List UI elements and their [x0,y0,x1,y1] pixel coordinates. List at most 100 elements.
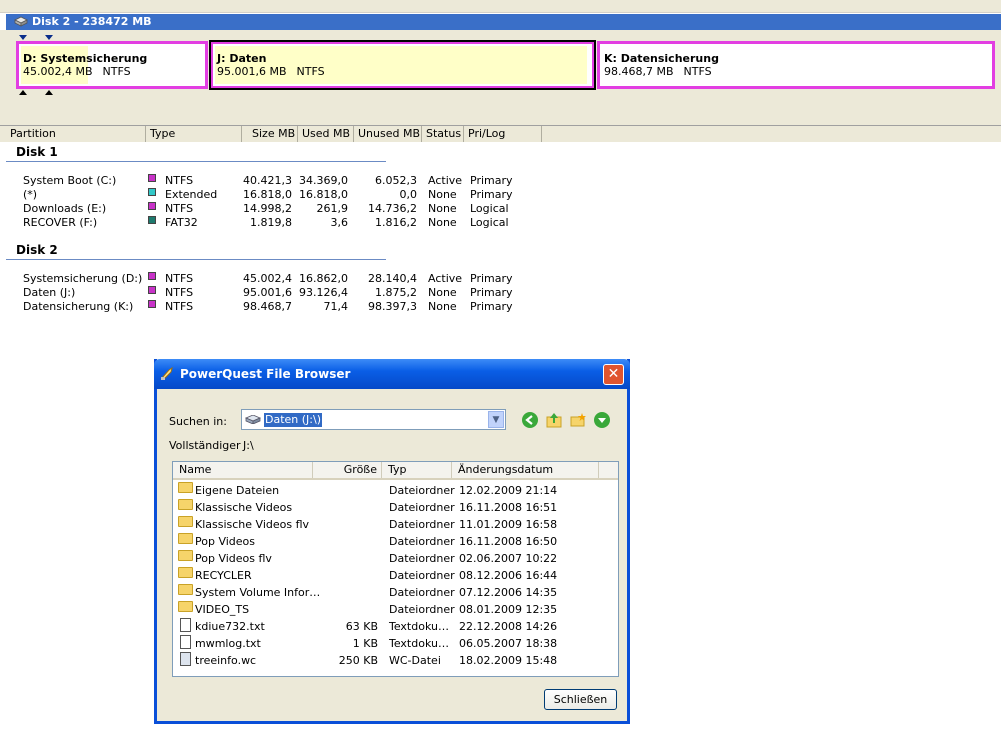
col-type[interactable]: Typ [382,462,452,478]
col-prilog[interactable]: Pri/Log [464,126,542,142]
partition-prilog: Primary [470,300,513,313]
partition-name: J: Daten [217,52,267,65]
file-row[interactable]: RECYCLER Dateiordner 08.12.2006 16:44 [173,567,618,584]
file-date: 06.05.2007 18:38 [459,637,558,650]
folder-icon [178,567,193,578]
partition-row[interactable]: Datensicherung (K:) NTFS 98.468,7 71,4 98.39… [0,300,600,314]
chevron-down-icon[interactable]: ▼ [488,411,504,428]
file-name: Klassische Videos flv [195,518,310,531]
file-row[interactable]: Eigene Dateien Dateiordner 12.02.2009 21:1… [173,482,618,499]
file-row[interactable]: kdiue732.txt 63 KB Textdoku… 22.12.2008 14:… [173,618,618,635]
partition-status: None [428,188,457,201]
partition-row[interactable]: (*) Extended 16.818,0 16.818,0 0,0 None Primar… [0,188,600,202]
partition-block-k[interactable]: K: Datensicherung 98.468,7 MB NTFS [597,41,995,89]
partition-used: 71,4 [323,300,349,313]
range-end-marker-bottom-icon[interactable] [45,90,53,95]
file-row[interactable]: Klassische Videos Dateiordner 16.11.2008 1… [173,499,618,516]
partition-row[interactable]: RECOVER (F:) FAT32 1.819,8 3,6 1.816,2 None Lo… [0,216,600,230]
file-row[interactable]: VIDEO_TS Dateiordner 08.01.2009 12:35 [173,601,618,618]
back-icon[interactable] [522,412,538,428]
file-name: Pop Videos flv [195,552,272,565]
partition-block-j[interactable]: J: Daten 95.001,6 MB NTFS [209,40,596,90]
powerquest-icon [161,366,173,380]
partition-row[interactable]: Daten (J:) NTFS 95.001,6 93.126,4 1.875,2 Non… [0,286,600,300]
partition-row[interactable]: Downloads (E:) NTFS 14.998,2 261,9 14.736,2 N… [0,202,600,216]
partition-prilog: Primary [470,286,513,299]
folder-icon [178,499,193,510]
range-end-marker-icon[interactable] [45,35,53,40]
col-date[interactable]: Änderungsdatum [452,462,599,478]
partition-name: D: Systemsicherung [23,52,148,65]
file-type: Dateiordner [389,501,455,514]
partition-used: 16.862,0 [299,272,348,285]
file-type: Dateiordner [389,535,455,548]
partition-status: None [428,202,457,215]
new-folder-icon[interactable] [570,412,586,428]
partition-row[interactable]: System Boot (C:) NTFS 40.421,3 34.369,0 6.05… [0,174,600,188]
col-unused[interactable]: Unused MB [354,126,422,142]
partition-name: Datensicherung (K:) [23,300,134,313]
file-date: 12.02.2009 21:14 [459,484,558,497]
col-size[interactable]: Size MB [242,126,298,142]
partition-name: K: Datensicherung [604,52,719,65]
partition-used: 34.369,0 [299,174,348,187]
file-name: System Volume Infor… [195,586,321,599]
fs-color-swatch [148,174,156,182]
file-type: Textdoku… [389,637,449,650]
partition-type: NTFS [165,300,194,313]
col-status[interactable]: Status [422,126,464,142]
text-file-icon [180,635,191,649]
file-name: VIDEO_TS [195,603,250,616]
file-list[interactable]: Name Größe Typ Änderungsdatum Eigene Dat… [172,461,619,677]
file-date: 16.11.2008 16:50 [459,535,558,548]
partition-prilog: Logical [470,216,509,229]
folder-icon [178,516,193,527]
partition-fs: NTFS [683,65,712,78]
partition-type: NTFS [165,286,194,299]
close-button[interactable]: Schließen [544,689,617,710]
fs-color-swatch [148,216,156,224]
group-title: Disk 1 [16,145,58,159]
file-name: treeinfo.wc [195,654,257,667]
up-folder-icon[interactable] [546,412,562,428]
file-row[interactable]: Klassische Videos flv Dateiordner 11.01.20… [173,516,618,533]
partition-status: None [428,300,457,313]
file-row[interactable]: System Volume Infor… Dateiordner 07.12.200… [173,584,618,601]
lookin-select[interactable]: Daten (J:\) ▼ [241,409,506,430]
partition-type: NTFS [165,272,194,285]
file-row[interactable]: mwmlog.txt 1 KB Textdoku… 06.05.2007 18:38 [173,635,618,652]
partition-type: NTFS [165,174,194,187]
dialog-titlebar[interactable]: PowerQuest File Browser ✕ [154,359,630,389]
partition-prilog: Primary [470,174,513,187]
fullpath-label: Vollständiger [169,439,241,452]
lookin-value: Daten (J:\) [264,413,322,427]
fs-color-swatch [148,272,156,280]
file-row[interactable]: treeinfo.wc 250 KB WC-Datei 18.02.2009 15:4… [173,652,618,669]
col-used[interactable]: Used MB [298,126,354,142]
folder-icon [178,601,193,612]
file-name: Klassische Videos [195,501,293,514]
col-name[interactable]: Name [173,462,313,478]
file-row[interactable]: Pop Videos flv Dateiordner 02.06.2007 10:2… [173,550,618,567]
partition-status: None [428,216,457,229]
partition-size: 14.998,2 [243,202,292,215]
fs-color-swatch [148,188,156,196]
partition-status: None [428,286,457,299]
range-start-marker-icon[interactable] [19,35,27,40]
partition-size: 45.002,4 [243,272,292,285]
partition-size: 16.818,0 [243,188,292,201]
partition-name: System Boot (C:) [23,174,117,187]
partition-size: 45.002,4 MB [23,65,93,78]
col-type[interactable]: Type [146,126,242,142]
col-size[interactable]: Größe [313,462,382,478]
col-partition[interactable]: Partition [6,126,146,142]
partition-block-d[interactable]: D: Systemsicherung 45.002,4 MB NTFS [16,41,208,89]
partition-type: FAT32 [165,216,198,229]
folder-icon [178,533,193,544]
close-icon[interactable]: ✕ [603,364,624,385]
partition-row[interactable]: Systemsicherung (D:) NTFS 45.002,4 16.862,0… [0,272,600,286]
view-menu-icon[interactable] [594,412,610,428]
file-row[interactable]: Pop Videos Dateiordner 16.11.2008 16:50 [173,533,618,550]
range-start-marker-bottom-icon[interactable] [19,90,27,95]
partition-name: RECOVER (F:) [23,216,98,229]
